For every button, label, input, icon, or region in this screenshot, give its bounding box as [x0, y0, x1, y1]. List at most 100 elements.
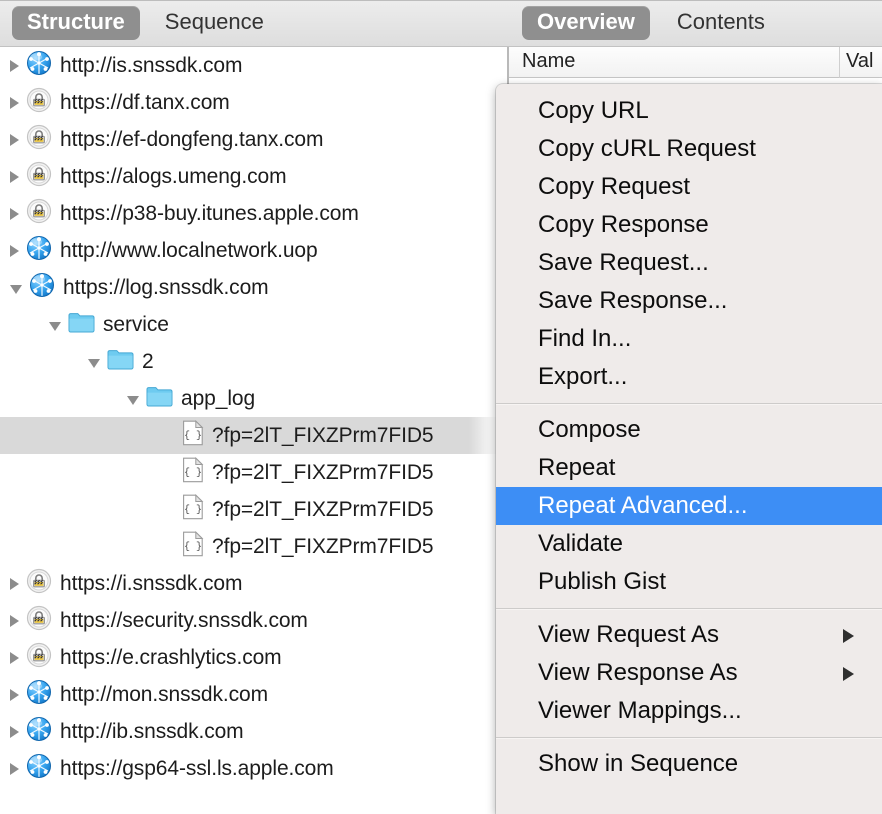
- tree-row[interactable]: https://security.snssdk.com: [0, 602, 509, 639]
- json-file-icon: { }: [182, 531, 204, 562]
- menu-item-label: Export...: [538, 363, 628, 390]
- tree-row[interactable]: app_log: [0, 380, 509, 417]
- tree-row[interactable]: http://www.localnetwork.uop: [0, 232, 509, 269]
- lock-icon: [26, 568, 52, 599]
- tree-row-label: http://mon.snssdk.com: [60, 682, 268, 706]
- overview-contents-tabbar: Overview Contents: [509, 0, 882, 47]
- disclosure-triangle-closed[interactable]: [10, 725, 19, 738]
- column-divider[interactable]: [839, 47, 840, 78]
- structure-sequence-tabbar: Structure Sequence: [0, 0, 509, 47]
- menu-item-view-response-as[interactable]: View Response As: [496, 654, 882, 692]
- svg-text:{ }: { }: [184, 430, 202, 442]
- disclosure-triangle-closed[interactable]: [10, 577, 19, 590]
- globe-icon: [26, 235, 52, 266]
- tab-structure[interactable]: Structure: [12, 6, 140, 40]
- disclosure-triangle-closed[interactable]: [10, 762, 19, 775]
- globe-icon: [26, 753, 52, 784]
- menu-item-show-in-sequence[interactable]: Show in Sequence: [496, 745, 882, 783]
- disclosure-triangle-closed[interactable]: [10, 133, 19, 146]
- folder-icon: [68, 311, 95, 338]
- tree-row[interactable]: { } ?fp=2lT_FIXZPrm7FID5: [0, 417, 509, 454]
- tree-row-label: http://is.snssdk.com: [60, 53, 243, 77]
- disclosure-triangle-open[interactable]: [127, 396, 139, 405]
- context-menu[interactable]: Copy URL Copy cURL Request Copy Request Cop…: [496, 84, 882, 814]
- lock-icon: [26, 124, 52, 155]
- tree-row[interactable]: { } ?fp=2lT_FIXZPrm7FID5: [0, 454, 509, 491]
- menu-item-find-in[interactable]: Find In...: [496, 320, 882, 358]
- tree-row-label: service: [103, 312, 169, 336]
- tree-row[interactable]: https://ef-dongfeng.tanx.com: [0, 121, 509, 158]
- tree-row[interactable]: https://alogs.umeng.com: [0, 158, 509, 195]
- overview-column-header: Name Val: [509, 47, 882, 78]
- lock-icon: [26, 642, 52, 673]
- tree-row[interactable]: http://mon.snssdk.com: [0, 676, 509, 713]
- menu-item-label: Copy cURL Request: [538, 135, 756, 162]
- menu-separator: [496, 403, 882, 404]
- tab-overview[interactable]: Overview: [522, 6, 650, 40]
- menu-item-view-request-as[interactable]: View Request As: [496, 616, 882, 654]
- menu-item-copy-url[interactable]: Copy URL: [496, 92, 882, 130]
- disclosure-triangle-open[interactable]: [49, 322, 61, 331]
- menu-item-viewer-mappings[interactable]: Viewer Mappings...: [496, 692, 882, 730]
- tree-row-label: 2: [142, 349, 154, 373]
- disclosure-triangle-closed[interactable]: [10, 688, 19, 701]
- disclosure-triangle-closed[interactable]: [10, 614, 19, 627]
- tree-row-label: https://log.snssdk.com: [63, 275, 269, 299]
- tree-row[interactable]: service: [0, 306, 509, 343]
- disclosure-triangle-open[interactable]: [10, 285, 22, 294]
- host-tree-panel[interactable]: http://is.snssdk.com https://df.tanx.com h…: [0, 47, 509, 814]
- column-header-value[interactable]: Val: [846, 50, 873, 73]
- menu-item-label: Viewer Mappings...: [538, 697, 742, 724]
- tree-row-label: https://alogs.umeng.com: [60, 164, 287, 188]
- svg-text:{ }: { }: [184, 541, 202, 553]
- tree-row[interactable]: { } ?fp=2lT_FIXZPrm7FID5: [0, 491, 509, 528]
- tree-row[interactable]: https://p38-buy.itunes.apple.com: [0, 195, 509, 232]
- menu-item-label: Find In...: [538, 325, 632, 352]
- tree-row[interactable]: https://log.snssdk.com: [0, 269, 509, 306]
- tree-row-label: https://security.snssdk.com: [60, 608, 308, 632]
- menu-item-save-response[interactable]: Save Response...: [496, 282, 882, 320]
- lock-icon: [26, 87, 52, 118]
- disclosure-triangle-closed[interactable]: [10, 207, 19, 220]
- menu-item-save-request[interactable]: Save Request...: [496, 244, 882, 282]
- tab-sequence[interactable]: Sequence: [150, 6, 279, 39]
- json-file-icon: { }: [182, 457, 204, 488]
- tree-row[interactable]: 2: [0, 343, 509, 380]
- menu-item-label: Repeat: [538, 454, 616, 481]
- tree-row-label: http://www.localnetwork.uop: [60, 238, 318, 262]
- disclosure-triangle-open[interactable]: [88, 359, 100, 368]
- menu-item-label: Compose: [538, 416, 641, 443]
- menu-item-copy-curl-request[interactable]: Copy cURL Request: [496, 130, 882, 168]
- tree-row[interactable]: http://is.snssdk.com: [0, 47, 509, 84]
- lock-icon: [26, 605, 52, 636]
- menu-item-label: Save Request...: [538, 249, 709, 276]
- tree-row[interactable]: http://ib.snssdk.com: [0, 713, 509, 750]
- disclosure-triangle-closed[interactable]: [10, 170, 19, 183]
- disclosure-triangle-closed[interactable]: [10, 651, 19, 664]
- menu-item-label: Copy Request: [538, 173, 691, 200]
- lock-icon: [26, 198, 52, 229]
- tab-contents[interactable]: Contents: [662, 6, 780, 39]
- tree-row-label: app_log: [181, 386, 256, 410]
- menu-item-repeat[interactable]: Repeat: [496, 449, 882, 487]
- tree-row[interactable]: https://df.tanx.com: [0, 84, 509, 121]
- tree-row[interactable]: { } ?fp=2lT_FIXZPrm7FID5: [0, 528, 509, 565]
- disclosure-triangle-closed[interactable]: [10, 244, 19, 257]
- menu-item-compose[interactable]: Compose: [496, 411, 882, 449]
- menu-item-export[interactable]: Export...: [496, 358, 882, 396]
- menu-item-copy-request[interactable]: Copy Request: [496, 168, 882, 206]
- tree-row[interactable]: https://gsp64-ssl.ls.apple.com: [0, 750, 509, 787]
- tree-row[interactable]: https://i.snssdk.com: [0, 565, 509, 602]
- menu-item-publish-gist[interactable]: Publish Gist: [496, 563, 882, 601]
- tree-row[interactable]: https://e.crashlytics.com: [0, 639, 509, 676]
- column-header-name[interactable]: Name: [522, 50, 575, 73]
- menu-item-label: Repeat Advanced...: [538, 492, 748, 519]
- menu-item-copy-response[interactable]: Copy Response: [496, 206, 882, 244]
- menu-item-label: Save Response...: [538, 287, 728, 314]
- menu-item-repeat-advanced[interactable]: Repeat Advanced...: [496, 487, 882, 525]
- disclosure-triangle-closed[interactable]: [10, 59, 19, 72]
- disclosure-triangle-closed[interactable]: [10, 96, 19, 109]
- folder-icon: [146, 385, 173, 412]
- folder-icon: [107, 348, 134, 375]
- menu-item-validate[interactable]: Validate: [496, 525, 882, 563]
